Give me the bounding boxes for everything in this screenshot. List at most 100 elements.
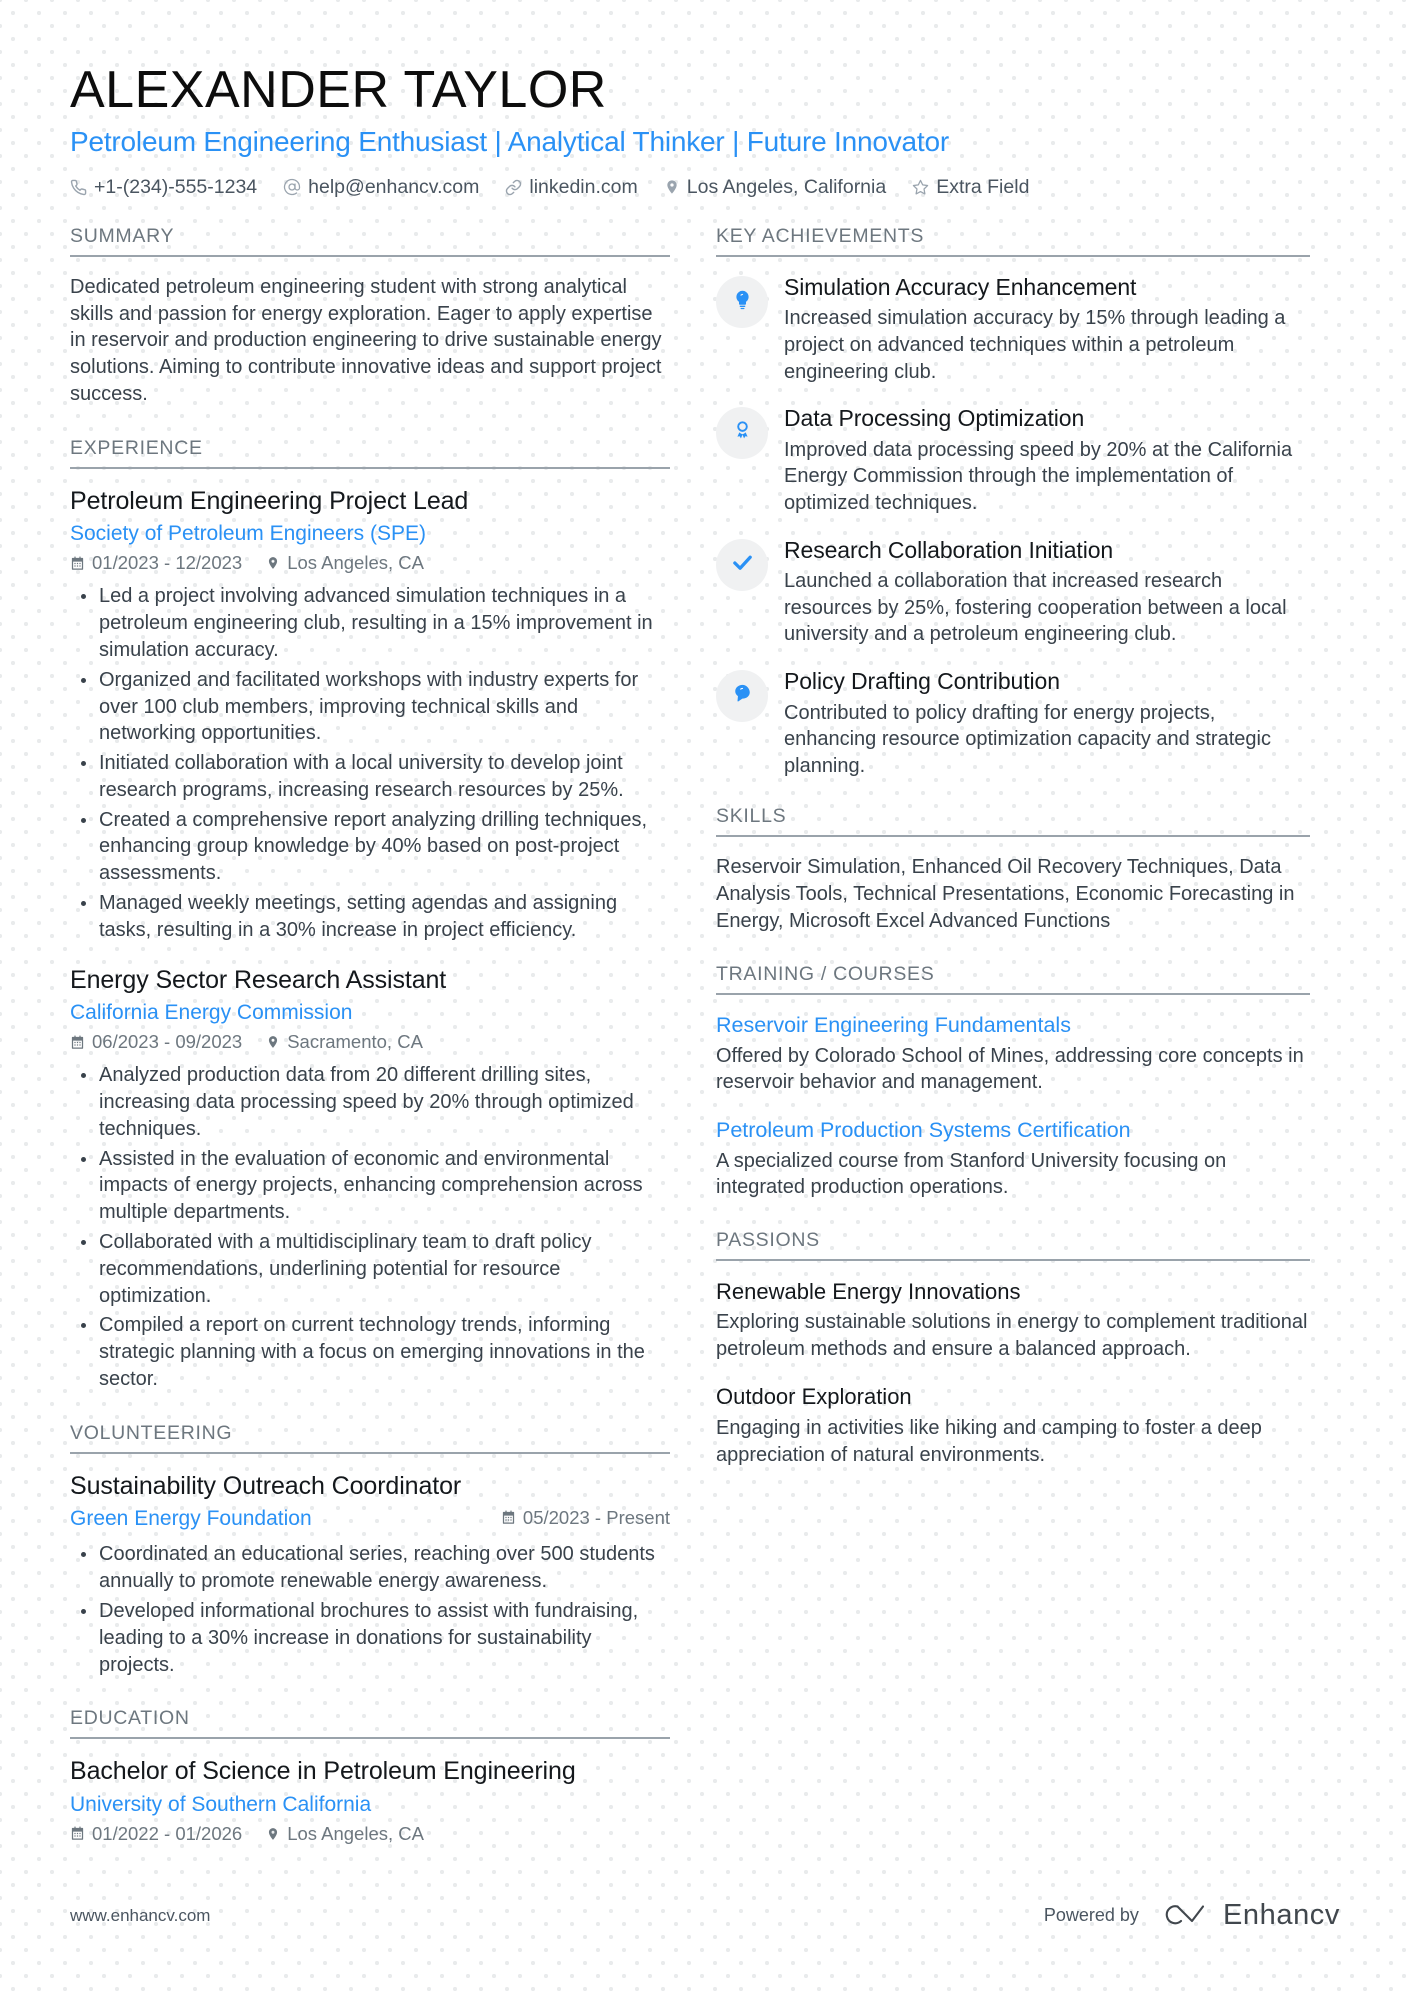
link-icon [505,179,522,196]
list-item: Created a comprehensive report analyzing… [81,807,670,887]
section-title-experience: EXPERIENCE [70,436,203,459]
calendar-icon [70,1035,85,1050]
training-item-title[interactable]: Reservoir Engineering Fundamentals [716,1012,1310,1039]
location-pin-icon [266,556,280,570]
achievement-item: Policy Drafting Contribution Contributed… [716,668,1310,779]
experience-entry-dates-text: 06/2023 - 09/2023 [92,1031,243,1053]
achievement-title: Policy Drafting Contribution [784,667,1060,694]
experience-entry-location: Los Angeles, CA [266,552,424,574]
passion-item: Renewable Energy Innovations Exploring s… [716,1278,1310,1363]
right-column: KEY ACHIEVEMENTS Simulation Accuracy Enh… [716,225,1310,1851]
phone-icon [70,179,87,196]
contact-phone-text: +1-(234)-555-1234 [94,175,258,198]
section-education: EDUCATION Bachelor of Science in Petrole… [70,1707,670,1845]
achievement-body: Policy Drafting Contribution Contributed… [784,668,1310,779]
contact-email-text: help@enhancv.com [308,175,480,198]
powered-by-block: Powered by Enhancv [1044,1898,1340,1933]
experience-entry-dates: 06/2023 - 09/2023 [70,1031,242,1053]
list-item: Led a project involving advanced simulat… [81,583,670,663]
summary-text: Dedicated petroleum engineering student … [70,275,662,405]
list-item: Compiled a report on current technology … [81,1312,670,1392]
training-item-description: Offered by Colorado School of Mines, add… [716,1044,1304,1094]
volunteering-entry-title: Sustainability Outreach Coordinator [70,1471,462,1500]
achievement-badge [716,538,768,591]
achievement-badge [716,669,768,722]
section-skills: SKILLS Reservoir Simulation, Enhanced Oi… [716,805,1310,934]
education-entry-dates-text: 01/2022 - 01/2026 [92,1822,243,1844]
volunteering-entry-organization[interactable]: Green Energy Foundation [70,1505,312,1532]
section-key-achievements: KEY ACHIEVEMENTS Simulation Accuracy Enh… [716,225,1310,780]
volunteering-entry-bullets: Coordinated an educational series, reach… [70,1541,670,1678]
section-divider [716,254,1310,257]
education-entry-location-text: Los Angeles, CA [287,1822,424,1844]
passion-item-title: Outdoor Exploration [716,1384,912,1410]
section-title-summary: SUMMARY [70,224,175,247]
achievement-body: Research Collaboration Initiation Launch… [784,537,1310,648]
contact-extra-field[interactable]: Extra Field [912,176,1029,199]
contact-email[interactable]: help@enhancv.com [283,176,479,199]
experience-entry-location-text: Sacramento, CA [287,1031,423,1053]
volunteering-entry-meta: 05/2023 - Present [501,1507,670,1529]
section-title-skills: SKILLS [716,805,787,828]
location-pin-icon [664,179,680,195]
training-item-description: A specialized course from Stanford Unive… [716,1149,1227,1199]
achievement-badge [716,275,768,328]
star-icon [912,179,929,196]
section-passions: PASSIONS Renewable Energy Innovations Ex… [716,1229,1310,1468]
volunteering-entry-org-row: Green Energy Foundation 05/2023 - Presen… [70,1505,670,1532]
section-summary: SUMMARY Dedicated petroleum engineering … [70,225,670,408]
section-divider [70,1737,670,1740]
achievement-item: Data Processing Optimization Improved da… [716,405,1310,516]
left-column: SUMMARY Dedicated petroleum engineering … [70,225,670,1851]
contact-linkedin-text: linkedin.com [529,175,638,198]
training-item-title[interactable]: Petroleum Production Systems Certificati… [716,1117,1310,1144]
volunteering-entry: Sustainability Outreach Coordinator Gree… [70,1471,670,1679]
calendar-icon [70,1826,85,1841]
experience-entry-organization[interactable]: California Energy Commission [70,999,670,1026]
education-entry-meta: 01/2022 - 01/2026 Los Angeles, CA [70,1823,670,1845]
checkmark-icon [731,551,754,579]
contact-linkedin[interactable]: linkedin.com [505,175,638,199]
skills-text: Reservoir Simulation, Enhanced Oil Recov… [716,856,1295,932]
contact-list: +1-(234)-555-1234 help@enhancv.com linke… [70,176,1340,199]
experience-entry-organization[interactable]: Society of Petroleum Engineers (SPE) [70,520,670,547]
list-item: Assisted in the evaluation of economic a… [81,1146,670,1226]
section-title-education: EDUCATION [70,1707,190,1730]
contact-location[interactable]: Los Angeles, California [664,176,886,199]
achievement-body: Data Processing Optimization Improved da… [784,405,1310,516]
achievement-item: Research Collaboration Initiation Launch… [716,537,1310,648]
passion-item: Outdoor Exploration Engaging in activiti… [716,1383,1310,1468]
achievement-title: Research Collaboration Initiation [784,536,1114,563]
training-item: Reservoir Engineering Fundamentals Offer… [716,1012,1310,1096]
resume-footer: www.enhancv.com Powered by Enhancv [70,1898,1340,1933]
experience-entry: Energy Sector Research Assistant Califor… [70,965,670,1393]
education-entry-location: Los Angeles, CA [266,1823,424,1845]
candidate-headline: Petroleum Engineering Enthusiast | Analy… [70,126,950,158]
section-title-key-achievements: KEY ACHIEVEMENTS [716,224,925,247]
section-training-courses: TRAINING / COURSES Reservoir Engineering… [716,963,1310,1201]
resume-body: SUMMARY Dedicated petroleum engineering … [70,225,1340,1851]
passion-item-description: Exploring sustainable solutions in energ… [716,1311,1308,1360]
contact-extra-field-text: Extra Field [936,175,1030,198]
achievement-description: Contributed to policy drafting for energ… [784,701,1271,777]
contact-phone[interactable]: +1-(234)-555-1234 [70,176,257,199]
email-icon [283,178,301,196]
education-entry-organization[interactable]: University of Southern California [70,1791,670,1818]
achievement-badge [716,407,768,460]
resume-page: ALEXANDER TAYLOR Petroleum Engineering E… [0,0,1410,1995]
volunteering-entry-dates-text: 05/2023 - Present [522,1506,670,1528]
list-item: Analyzed production data from 20 differe… [81,1062,670,1142]
section-divider [716,992,1310,995]
section-title-passions: PASSIONS [716,1228,820,1251]
achievement-item: Simulation Accuracy Enhancement Increase… [716,274,1310,385]
footer-website[interactable]: www.enhancv.com [70,1906,210,1926]
training-item: Petroleum Production Systems Certificati… [716,1117,1310,1201]
section-divider [716,835,1310,838]
speech-bubble-icon [732,683,753,709]
passion-item-description: Engaging in activities like hiking and c… [716,1416,1262,1466]
enhancv-wordmark: Enhancv [1222,1899,1340,1931]
location-pin-icon [266,1827,280,1841]
experience-entry-location-text: Los Angeles, CA [287,552,424,574]
resume-header: ALEXANDER TAYLOR Petroleum Engineering E… [70,61,1340,199]
section-divider [70,466,670,469]
